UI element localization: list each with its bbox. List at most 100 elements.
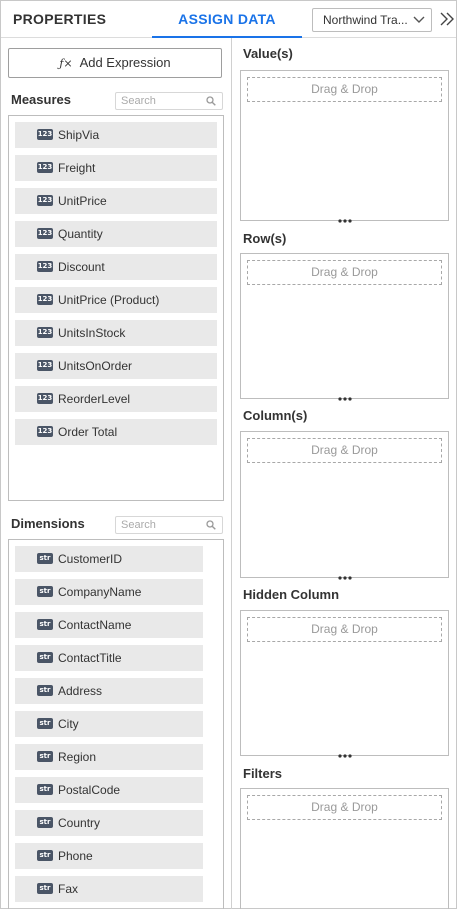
string-type-icon: str: [37, 751, 53, 762]
measures-field-item[interactable]: 123 ReorderLevel: [15, 386, 217, 412]
zone-rows: Drag & Drop: [240, 253, 449, 402]
datasource-dropdown[interactable]: Northwind Tra...: [312, 8, 432, 32]
double-chevron-right-icon[interactable]: [439, 11, 455, 27]
search-icon: [206, 96, 216, 106]
dimensions-field-item[interactable]: str ContactName: [15, 612, 203, 638]
dimensions-search-placeholder: Search: [121, 519, 156, 531]
dimensions-field-item[interactable]: str Region: [15, 744, 203, 770]
dimensions-field-item[interactable]: str ContactTitle: [15, 645, 203, 671]
measures-field-item[interactable]: 123 Freight: [15, 155, 217, 181]
field-label: Quantity: [58, 227, 103, 241]
dimensions-search-input[interactable]: Search: [115, 516, 223, 534]
add-expression-label: Add Expression: [79, 55, 171, 70]
dimensions-list: str CustomerID str CompanyName str ContactNam…: [8, 539, 224, 909]
string-type-icon: str: [37, 784, 53, 795]
measures-field-item[interactable]: 123 UnitsOnOrder: [15, 353, 217, 379]
zone-values-title: Value(s): [243, 46, 293, 61]
numeric-type-icon: 123: [37, 360, 53, 371]
field-label: PostalCode: [58, 783, 121, 797]
string-type-icon: str: [37, 850, 53, 861]
field-label: Region: [58, 750, 97, 764]
numeric-type-icon: 123: [37, 294, 53, 305]
measures-field-item[interactable]: 123 UnitPrice: [15, 188, 217, 214]
zone-filters: Drag & Drop: [240, 788, 449, 909]
measures-field-item[interactable]: 123 Discount: [15, 254, 217, 280]
column-divider: [231, 38, 232, 909]
field-label: Phone: [58, 849, 93, 863]
field-label: UnitPrice (Product): [58, 293, 160, 307]
field-label: Fax: [58, 882, 79, 896]
rows-drop-target[interactable]: Drag & Drop: [247, 260, 442, 285]
measures-field-item[interactable]: 123 UnitsInStock: [15, 320, 217, 346]
numeric-type-icon: 123: [37, 162, 53, 173]
values-drop-target[interactable]: Drag & Drop: [247, 77, 442, 102]
string-type-icon: str: [37, 718, 53, 729]
field-label: ReorderLevel: [58, 392, 131, 406]
dimensions-field-item[interactable]: str CompanyName: [15, 579, 203, 605]
string-type-icon: str: [37, 817, 53, 828]
measures-search-placeholder: Search: [121, 95, 156, 107]
numeric-type-icon: 123: [37, 228, 53, 239]
assign-data-panel: PROPERTIES ASSIGN DATA Northwind Tra... …: [0, 0, 457, 909]
zone-rows-title: Row(s): [243, 231, 287, 246]
resize-grip-icon[interactable]: [338, 218, 352, 224]
tab-assign-data[interactable]: ASSIGN DATA: [152, 1, 302, 38]
measures-title: Measures: [11, 92, 71, 107]
numeric-type-icon: 123: [37, 327, 53, 338]
dimensions-field-item[interactable]: str Country: [15, 810, 203, 836]
measures-field-item[interactable]: 123 ShipVia: [15, 122, 217, 148]
dimensions-field-item[interactable]: str Phone: [15, 843, 203, 869]
panel-header: PROPERTIES ASSIGN DATA Northwind Tra...: [1, 1, 456, 38]
datasource-value: Northwind Tra...: [323, 13, 408, 27]
tab-properties[interactable]: PROPERTIES: [13, 1, 106, 37]
measures-field-item[interactable]: 123 Order Total: [15, 419, 217, 445]
chevron-down-icon: [413, 16, 425, 23]
resize-grip-icon[interactable]: [338, 753, 352, 759]
numeric-type-icon: 123: [37, 426, 53, 437]
measures-list: 123 ShipVia 123 Freight 123 UnitPrice 123 Quant…: [8, 115, 224, 501]
string-type-icon: str: [37, 652, 53, 663]
hidden-column-drop-target[interactable]: Drag & Drop: [247, 617, 442, 642]
search-icon: [206, 520, 216, 530]
numeric-type-icon: 123: [37, 129, 53, 140]
string-type-icon: str: [37, 586, 53, 597]
zone-hidden-column-title: Hidden Column: [243, 587, 340, 602]
field-label: UnitsOnOrder: [58, 359, 133, 373]
string-type-icon: str: [37, 553, 53, 564]
resize-grip-icon[interactable]: [338, 575, 352, 581]
filters-drop-target[interactable]: Drag & Drop: [247, 795, 442, 820]
numeric-type-icon: 123: [37, 393, 53, 404]
field-label: Country: [58, 816, 101, 830]
columns-drop-target[interactable]: Drag & Drop: [247, 438, 442, 463]
dimensions-field-item[interactable]: str PostalCode: [15, 777, 203, 803]
dimensions-field-item[interactable]: str CustomerID: [15, 546, 203, 572]
dimensions-field-item[interactable]: str City: [15, 711, 203, 737]
field-label: Freight: [58, 161, 96, 175]
numeric-type-icon: 123: [37, 195, 53, 206]
field-label: Order Total: [58, 425, 118, 439]
measures-field-item[interactable]: 123 UnitPrice (Product): [15, 287, 217, 313]
measures-field-item[interactable]: 123 Quantity: [15, 221, 217, 247]
field-label: CustomerID: [58, 552, 123, 566]
resize-grip-icon[interactable]: [338, 396, 352, 402]
string-type-icon: str: [37, 883, 53, 894]
zone-filters-title: Filters: [243, 766, 283, 781]
zone-values: Drag & Drop: [240, 70, 449, 224]
field-label: ContactTitle: [58, 651, 122, 665]
field-label: ContactName: [58, 618, 132, 632]
field-label: UnitsInStock: [58, 326, 126, 340]
dimensions-field-item[interactable]: str Fax: [15, 876, 203, 902]
fx-icon: ƒ×: [59, 57, 73, 70]
zone-columns-title: Column(s): [243, 408, 308, 423]
dimensions-field-item[interactable]: str Address: [15, 678, 203, 704]
dimensions-title: Dimensions: [11, 516, 85, 531]
field-label: City: [58, 717, 79, 731]
field-label: Address: [58, 684, 103, 698]
field-label: CompanyName: [58, 585, 142, 599]
zone-columns: Drag & Drop: [240, 431, 449, 581]
add-expression-button[interactable]: ƒ× Add Expression: [8, 48, 222, 78]
measures-search-input[interactable]: Search: [115, 92, 223, 110]
numeric-type-icon: 123: [37, 261, 53, 272]
field-label: UnitPrice: [58, 194, 107, 208]
string-type-icon: str: [37, 685, 53, 696]
